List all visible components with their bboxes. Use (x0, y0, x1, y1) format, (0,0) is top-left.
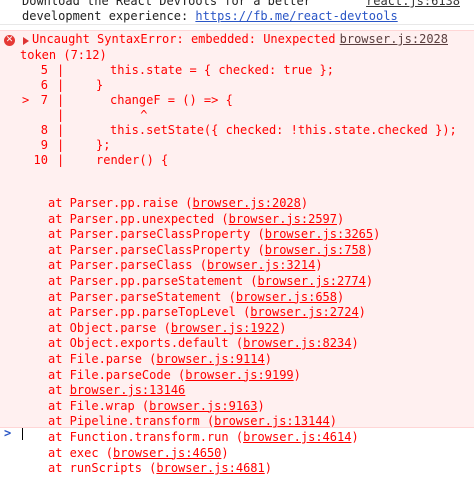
stack-frame-link[interactable]: browser.js:9114 (156, 352, 264, 366)
stack-frame-link[interactable]: browser.js:2028 (193, 196, 301, 210)
stack-frame-link[interactable]: browser.js:13146 (70, 383, 186, 397)
stack-frame-link[interactable]: browser.js:4650 (113, 446, 221, 460)
code-line-gutter: | (57, 108, 65, 122)
code-line-text: this.state = { checked: true }; (110, 63, 334, 77)
stack-frame-text: at Parser.parseClass (browser.js:3214) (48, 258, 323, 274)
stack-frame-text: at Parser.pp.raise (browser.js:2028) (48, 196, 308, 212)
stack-frame-close: ) (337, 289, 345, 304)
stack-frame-fn: at (48, 383, 70, 398)
info-line-2: development experience: https://fb.me/re… (22, 9, 398, 24)
stack-frame-text: at File.wrap (browser.js:9163) (48, 399, 265, 415)
stack-frame-text: at Object.exports.default (browser.js:82… (48, 336, 359, 352)
info-line-1: Download the React DevTools for a better (22, 0, 311, 8)
stack-frame-fn: at Parser.pp.raise ( (48, 196, 193, 210)
stack-frame-text: at Parser.parseClassProperty (browser.js… (48, 243, 373, 259)
text-caret (22, 428, 23, 440)
stack-frame-link[interactable]: browser.js:2597 (229, 212, 337, 226)
stack-frame-link[interactable]: browser.js:758 (265, 243, 366, 257)
stack-frame-fn: at Parser.parseClassProperty ( (48, 227, 265, 242)
stack-frame-link[interactable]: browser.js:3214 (207, 258, 315, 272)
stack-frame-fn: at Parser.parseStatement ( (48, 289, 236, 304)
stack-frame-link[interactable]: browser.js:8234 (243, 336, 351, 350)
stack-frame-close: ) (351, 336, 359, 351)
stack-frame-link[interactable]: browser.js:9199 (185, 368, 293, 382)
code-line-gutter: | (57, 123, 65, 137)
error-source-link[interactable]: browser.js:2028 (340, 31, 448, 47)
stack-frame-text: at Parser.parseClassProperty (browser.js… (48, 227, 380, 243)
stack-frame-close: ) (221, 445, 229, 460)
code-line-text: ^ (68, 108, 148, 122)
console-info-message: Download the React DevTools for a better… (0, 0, 474, 25)
stack-frame-text: at Parser.pp.parseStatement (browser.js:… (48, 274, 373, 290)
stack-frame-fn: at Object.exports.default ( (48, 336, 244, 351)
stack-frame-text: at exec (browser.js:4650) (48, 446, 229, 462)
error-headline-continued: token (7:12) (20, 48, 107, 62)
stack-frame-text: at browser.js:13146 (48, 383, 185, 399)
stack-frame-link[interactable]: browser.js:3265 (265, 227, 373, 241)
code-line-gutter: | (57, 63, 65, 77)
code-line-number: 5 (40, 63, 48, 77)
stack-frame-text: at Parser.pp.parseTopLevel (browser.js:2… (48, 305, 366, 321)
code-line-number: 10 (33, 153, 48, 167)
stack-frame-text: at File.parseCode (browser.js:9199) (48, 368, 301, 384)
stack-frame-link[interactable]: browser.js:1922 (171, 321, 279, 335)
code-line-gutter: | (57, 138, 65, 152)
info-text: Download the React DevTools for a better… (22, 0, 398, 24)
stack-frame-text: at File.parse (browser.js:9114) (48, 352, 272, 368)
stack-frame-close: ) (358, 305, 366, 320)
code-line-text: }; (96, 138, 111, 152)
stack-frame-fn: at Parser.parseClassProperty ( (48, 242, 265, 257)
code-line-text: } (96, 78, 104, 92)
stack-frame-close: ) (315, 258, 323, 273)
stack-frame-close: ) (264, 461, 272, 476)
code-line-gutter: | (57, 78, 65, 92)
stack-frame-link[interactable]: browser.js:2774 (258, 274, 366, 288)
stack-frame-close: ) (279, 320, 287, 335)
stack-frame-fn: at File.parse ( (48, 351, 157, 366)
stack-frame-close: ) (365, 242, 374, 257)
stack-frame-text: at Object.parse (browser.js:1922) (48, 321, 286, 337)
stack-frame-close: ) (365, 273, 374, 288)
stack-frame-fn: at Parser.parseClass ( (48, 258, 207, 273)
code-line-number: 6 (40, 78, 48, 92)
expand-triangle-icon[interactable] (23, 37, 29, 45)
stack-frame-link[interactable]: browser.js:2724 (250, 305, 358, 319)
code-line-gutter: | (57, 93, 65, 107)
info-line-2-prefix: development experience: (22, 9, 196, 23)
error-headline: Uncaught SyntaxError: embedded: Unexpect… (32, 32, 336, 46)
code-line-number: 8 (40, 123, 48, 137)
stack-frame-link[interactable]: browser.js:658 (236, 290, 337, 304)
code-line-text: changeF = () => { (110, 93, 233, 107)
stack-frame-close: ) (293, 367, 301, 382)
code-line-gutter: | (57, 153, 65, 167)
stack-frame-fn: at Parser.pp.parseStatement ( (48, 273, 258, 288)
stack-frame-fn: at File.wrap ( (48, 398, 150, 413)
stack-frame-text: at Parser.parseStatement (browser.js:658… (48, 290, 344, 306)
code-line-number: 9 (40, 138, 48, 152)
stack-frame-close: ) (373, 227, 381, 242)
info-source-link[interactable]: react.js:6138 (366, 0, 460, 9)
stack-frame-fn: at runScripts ( (48, 461, 157, 476)
stack-frame-close: ) (337, 211, 345, 226)
stack-frame-fn: at exec ( (48, 445, 114, 460)
stack-frame-fn: at File.parseCode ( (48, 367, 186, 382)
code-line-number: 7 (40, 93, 48, 107)
error-icon: ✕ (4, 35, 15, 46)
stack-frame-close: ) (300, 196, 309, 210)
stack-frame-text: at Parser.pp.unexpected (browser.js:2597… (48, 212, 344, 228)
code-line-text: this.setState({ checked: !this.state.che… (110, 123, 457, 137)
react-devtools-link[interactable]: https://fb.me/react-devtools (195, 9, 397, 23)
stack-frame-link[interactable]: browser.js:9163 (149, 399, 257, 413)
stack-frame-close: ) (257, 398, 265, 413)
prompt-chevron-icon: > (4, 426, 12, 440)
stack-frame-fn: at Parser.pp.unexpected ( (48, 211, 229, 226)
stack-frame-fn: at Object.parse ( (48, 320, 171, 335)
console-error-message: ✕ Uncaught SyntaxError: embedded: Unexpe… (0, 30, 474, 475)
stack-frame-fn: at Parser.pp.parseTopLevel ( (48, 305, 251, 320)
console-prompt[interactable]: > (0, 426, 474, 440)
stack-frame-text: at runScripts (browser.js:4681) (48, 461, 272, 477)
stack-frame-link[interactable]: browser.js:4681 (156, 461, 264, 475)
code-line-text: render() { (96, 153, 169, 167)
stack-frame-close: ) (264, 351, 272, 366)
